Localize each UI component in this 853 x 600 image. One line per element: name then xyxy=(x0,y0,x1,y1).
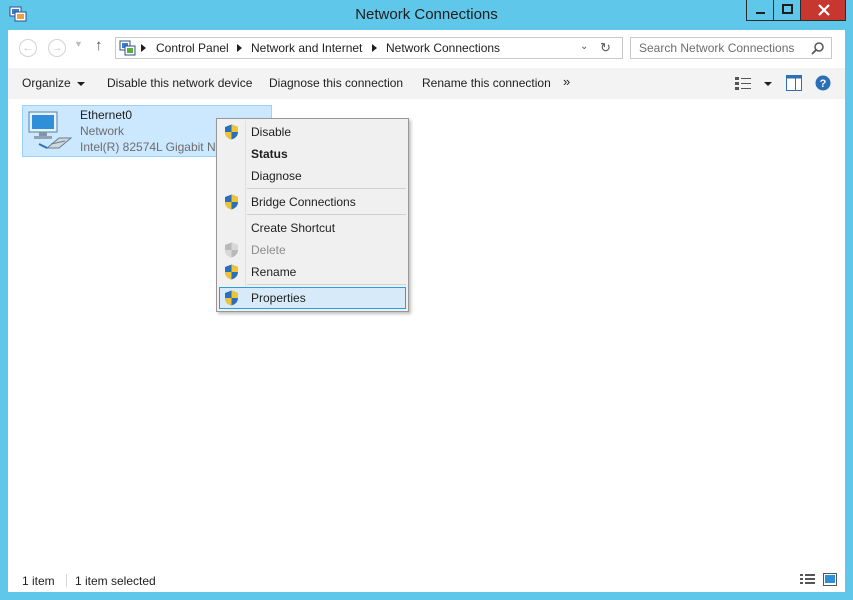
organize-dropdown-icon[interactable] xyxy=(77,82,85,86)
menu-item-disable[interactable]: Disable xyxy=(219,121,406,143)
menu-item-properties[interactable]: Properties xyxy=(219,287,406,309)
selection-count: 1 item selected xyxy=(75,574,156,588)
maximize-button[interactable] xyxy=(773,0,800,21)
breadcrumb-separator-icon[interactable] xyxy=(237,44,242,52)
menu-item-status[interactable]: Status xyxy=(219,143,406,165)
help-icon[interactable]: ? xyxy=(815,75,831,91)
navigation-bar: ← → ▼ ↑ Control Panel Network and Intern… xyxy=(8,30,845,68)
address-history-chevron-icon[interactable]: ⌄ xyxy=(580,41,588,52)
back-arrow-icon: ← xyxy=(22,42,34,54)
explorer-frame: ← → ▼ ↑ Control Panel Network and Intern… xyxy=(8,30,845,592)
menu-item-label: Disable xyxy=(251,125,292,139)
maximize-icon xyxy=(782,4,793,14)
close-button[interactable] xyxy=(800,0,846,21)
uac-shield-icon xyxy=(225,194,238,210)
menu-separator xyxy=(247,188,406,189)
up-arrow-icon: ↑ xyxy=(95,37,103,54)
forward-button[interactable]: → xyxy=(48,39,66,57)
chevron-down-icon: ▼ xyxy=(74,39,83,49)
status-divider xyxy=(66,574,67,587)
title-bar[interactable]: Network Connections xyxy=(0,0,853,30)
menu-item-label: Create Shortcut xyxy=(251,221,336,235)
uac-shield-icon xyxy=(225,264,238,280)
diagnose-connection-button[interactable]: Diagnose this connection xyxy=(269,76,403,90)
menu-item-bridge-connections[interactable]: Bridge Connections xyxy=(219,191,406,213)
window: Network Connections ← → ▼ ↑ Control Pane… xyxy=(0,0,853,600)
recent-locations-button[interactable]: ▼ xyxy=(74,39,83,49)
menu-item-label: Diagnose xyxy=(251,169,302,183)
menu-item-create-shortcut[interactable]: Create Shortcut xyxy=(219,217,406,239)
uac-shield-icon xyxy=(225,124,238,140)
details-view-icon[interactable] xyxy=(800,573,815,586)
organize-button[interactable]: Organize xyxy=(22,76,71,90)
back-button[interactable]: ← xyxy=(19,39,37,57)
uac-shield-icon xyxy=(225,242,238,258)
breadcrumb-control-panel[interactable]: Control Panel xyxy=(156,41,229,55)
change-view-icon[interactable] xyxy=(735,76,751,91)
menu-item-label: Properties xyxy=(251,291,306,305)
network-adapter-icon xyxy=(28,111,73,149)
connection-status: Network xyxy=(80,124,125,138)
breadcrumb-separator-icon[interactable] xyxy=(372,44,377,52)
uac-shield-icon xyxy=(225,290,238,306)
menu-item-label: Delete xyxy=(251,243,286,257)
menu-item-rename[interactable]: Rename xyxy=(219,261,406,283)
search-box[interactable]: Search Network Connections xyxy=(630,37,832,59)
context-menu: Disable Status Diagnose Bridge Connectio… xyxy=(216,118,409,312)
menu-item-label: Status xyxy=(251,147,288,161)
menu-separator xyxy=(247,284,406,285)
up-button[interactable]: ↑ xyxy=(95,37,103,54)
command-bar: Organize Disable this network device Dia… xyxy=(8,68,845,99)
refresh-icon[interactable]: ↻ xyxy=(600,40,611,56)
status-bar: 1 item 1 item selected xyxy=(8,568,845,592)
forward-arrow-icon: → xyxy=(51,42,63,54)
search-icon[interactable] xyxy=(811,41,825,55)
menu-separator xyxy=(247,214,406,215)
view-options-dropdown-icon[interactable] xyxy=(764,82,772,86)
menu-item-label: Rename xyxy=(251,265,297,279)
search-placeholder[interactable]: Search Network Connections xyxy=(639,41,794,55)
preview-pane-icon[interactable] xyxy=(786,75,802,91)
breadcrumb-network-connections[interactable]: Network Connections xyxy=(386,41,500,55)
menu-item-diagnose[interactable]: Diagnose xyxy=(219,165,406,187)
breadcrumb-network-and-internet[interactable]: Network and Internet xyxy=(251,41,362,55)
window-title: Network Connections xyxy=(355,6,498,23)
more-commands-button[interactable]: » xyxy=(563,74,570,89)
svg-text:?: ? xyxy=(820,78,827,90)
address-bar[interactable]: Control Panel Network and Internet Netwo… xyxy=(115,37,623,59)
connection-name: Ethernet0 xyxy=(80,108,133,122)
disable-device-button[interactable]: Disable this network device xyxy=(107,76,252,90)
minimize-button[interactable] xyxy=(746,0,773,21)
close-icon xyxy=(818,4,830,16)
rename-connection-button[interactable]: Rename this connection xyxy=(422,76,551,90)
menu-item-delete[interactable]: Delete xyxy=(219,239,406,261)
large-icons-view-icon[interactable] xyxy=(823,573,837,586)
file-list[interactable]: Ethernet0 Network Intel(R) 82574L Gigabi… xyxy=(8,99,845,568)
control-panel-icon xyxy=(119,40,136,56)
menu-item-label: Bridge Connections xyxy=(251,195,356,209)
minimize-icon xyxy=(756,12,765,14)
breadcrumb-separator-icon[interactable] xyxy=(141,44,146,52)
item-count: 1 item xyxy=(22,574,55,588)
